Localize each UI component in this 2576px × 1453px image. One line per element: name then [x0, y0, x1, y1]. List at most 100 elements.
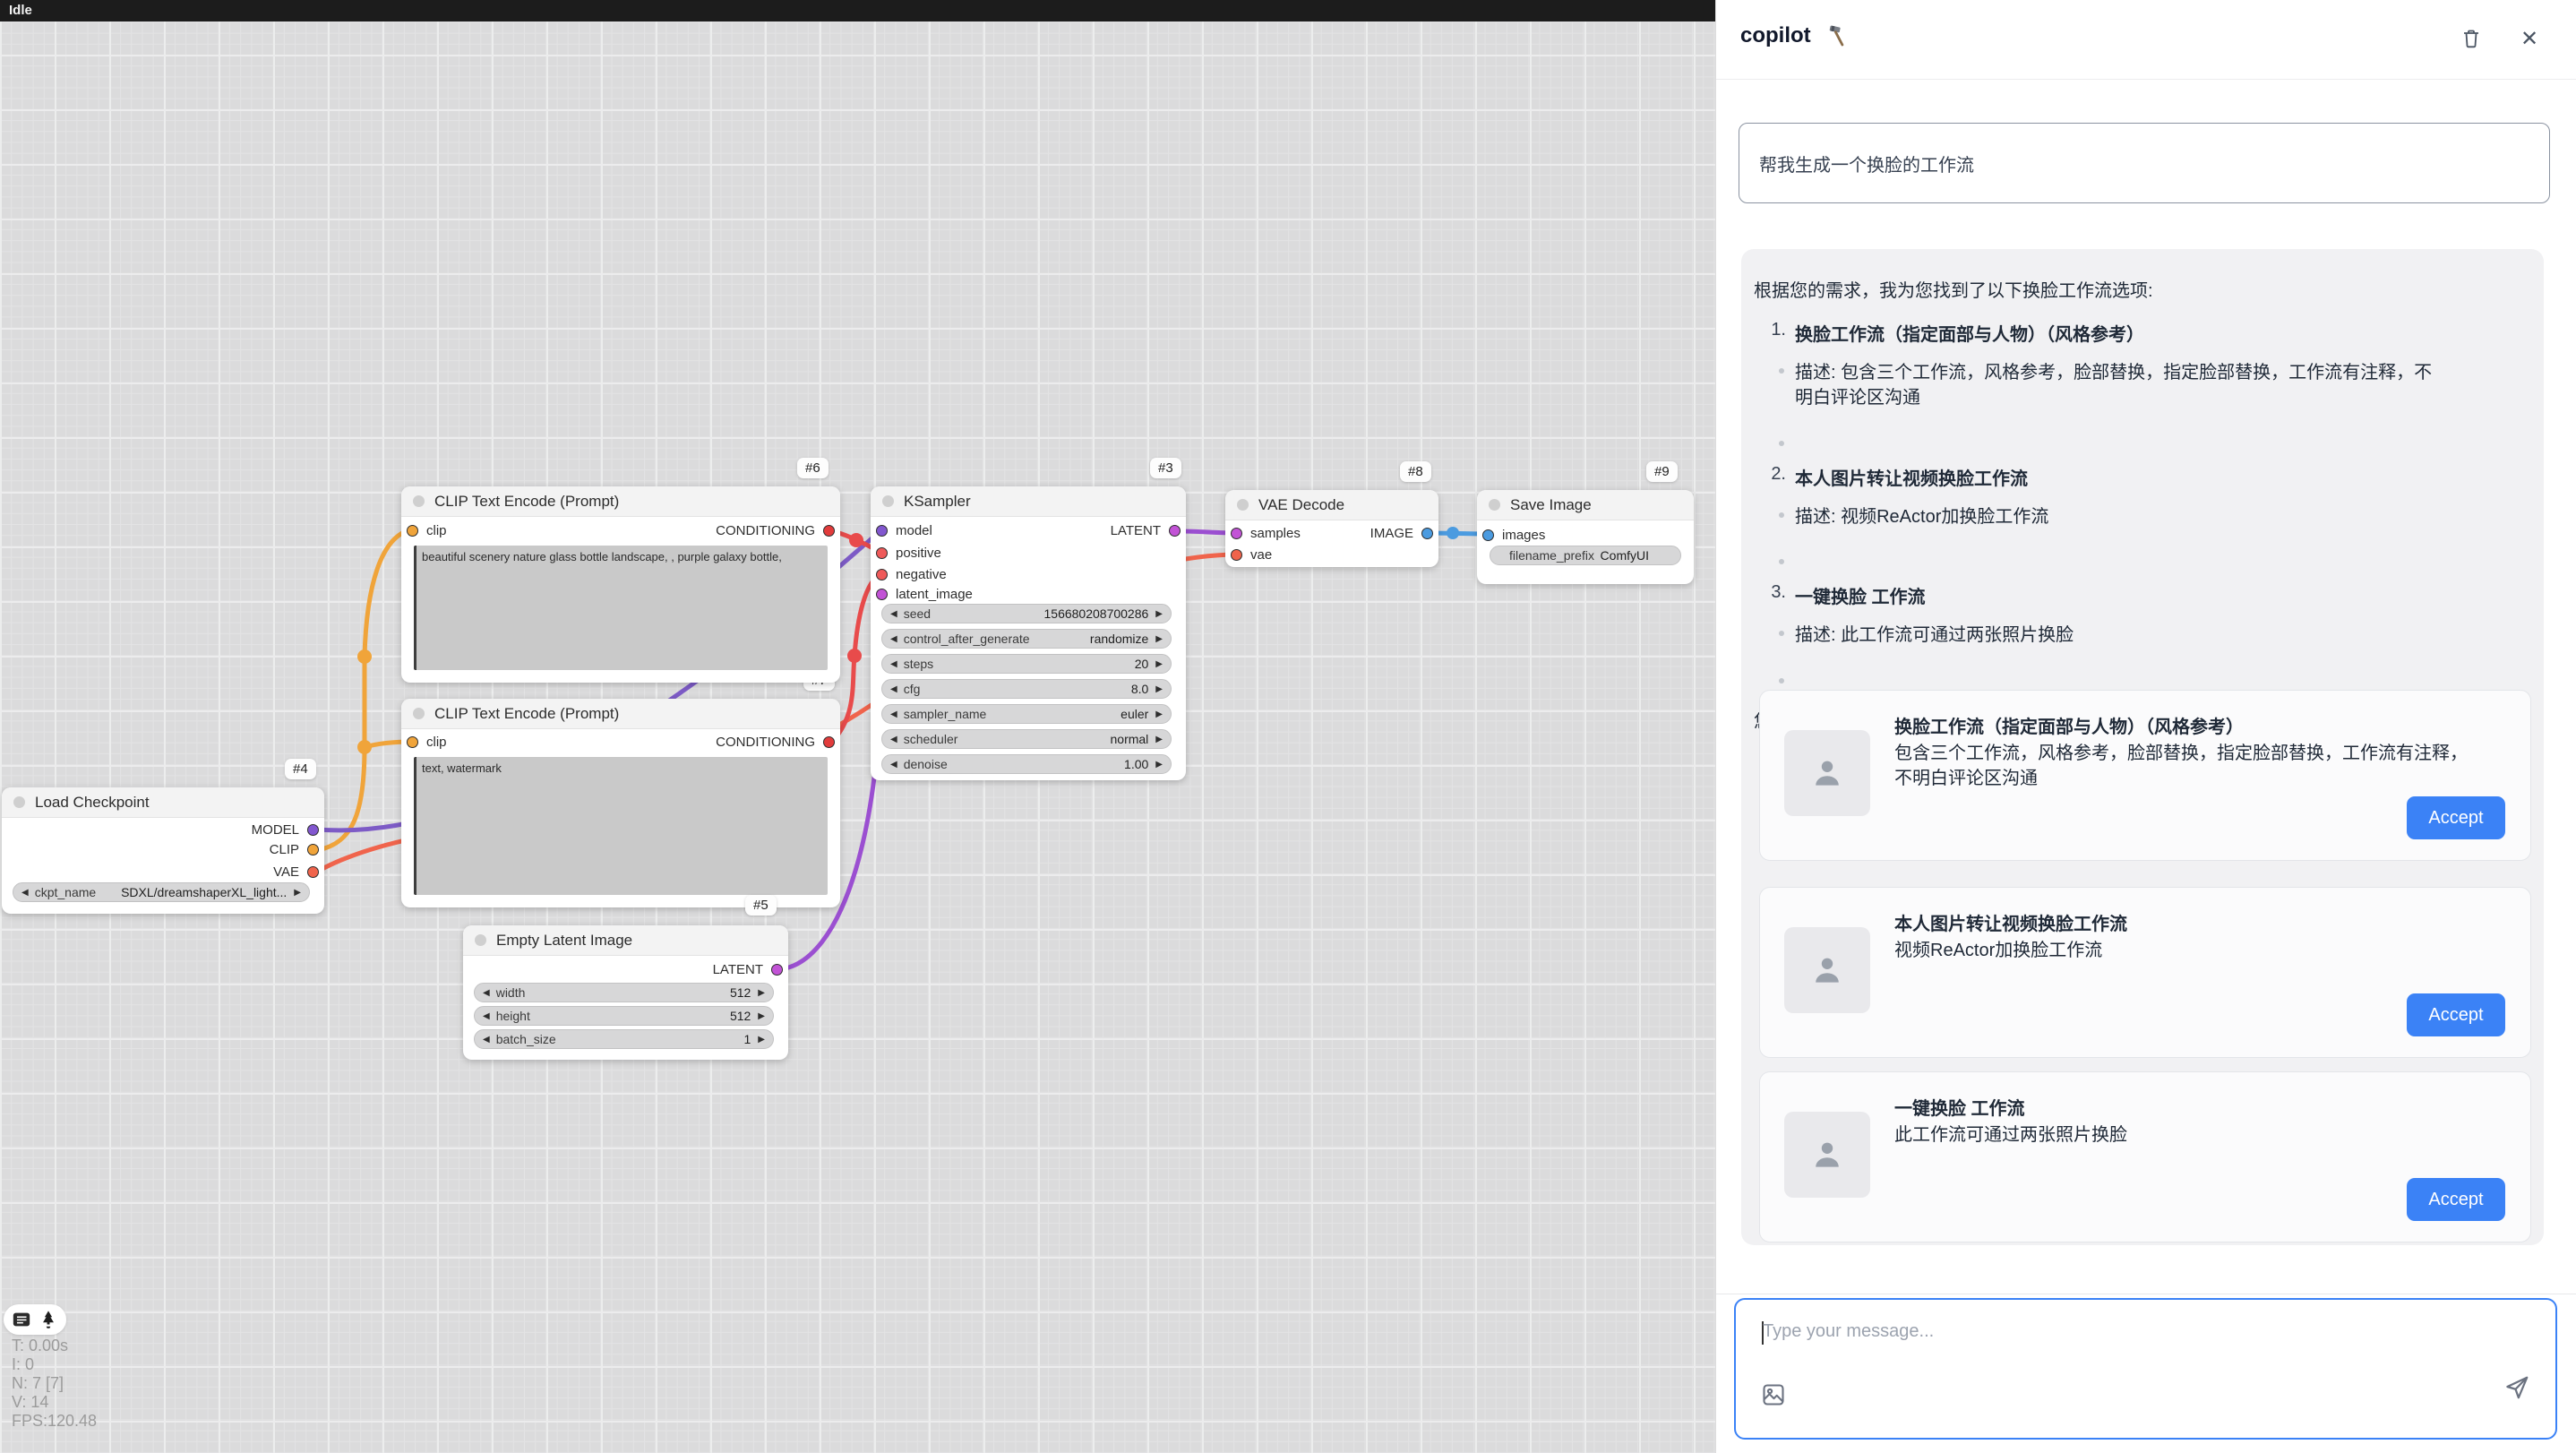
user-message-bubble: 帮我生成一个换脸的工作流 [1739, 123, 2550, 203]
arrow-right-icon[interactable]: ▶ [294, 888, 301, 898]
node-badge: #4 [285, 759, 316, 779]
widget-sampler-name[interactable]: ◀sampler_nameeuler▶ [881, 704, 1172, 724]
port-latent-out[interactable]: LATENT [1111, 521, 1181, 539]
widget-cfg[interactable]: ◀cfg8.0▶ [881, 679, 1172, 699]
hammer-icon [1826, 23, 1850, 47]
widget-seed[interactable]: ◀seed156680208700286▶ [881, 604, 1172, 623]
send-button[interactable] [2503, 1373, 2531, 1402]
node-badge: #5 [745, 895, 777, 916]
bullet-dot [1779, 368, 1784, 374]
port-clip-in[interactable]: clip [407, 521, 447, 539]
node-save-image[interactable]: Save Image images filename_prefix ComfyU… [1477, 490, 1694, 584]
node-badge: #8 [1400, 461, 1431, 482]
collapse-dot[interactable] [882, 495, 894, 507]
widget-scheduler[interactable]: ◀schedulernormal▶ [881, 729, 1172, 749]
collapse-dot[interactable] [413, 495, 425, 507]
status-label: Idle [9, 3, 32, 18]
bullet-spacer [1779, 551, 2522, 564]
port-clip-in[interactable]: clip [407, 733, 447, 751]
wire-layer [0, 0, 1715, 1453]
card-title: 一键换脸 工作流 [1894, 1094, 2025, 1120]
port-latent-image-in[interactable]: latent_image [876, 585, 973, 603]
port-negative-in[interactable]: negative [876, 565, 947, 583]
accept-button[interactable]: Accept [2407, 993, 2505, 1036]
bullet-dot [1779, 512, 1784, 518]
collapse-dot[interactable] [413, 708, 425, 719]
prompt-textarea[interactable]: text, watermark [414, 757, 828, 895]
workflow-card: 换脸工作流（指定面部与人物）（风格参考） 包含三个工作流，风格参考，脸部替换，指… [1759, 690, 2531, 861]
person-placeholder-icon [1806, 1133, 1849, 1176]
accept-button[interactable]: Accept [2407, 796, 2505, 839]
port-image-out[interactable]: IMAGE [1370, 524, 1433, 542]
widget-control-after-generate[interactable]: ◀control_after_generaterandomize▶ [881, 629, 1172, 649]
collapse-dot[interactable] [13, 796, 25, 808]
card-desc: 此工作流可通过两张照片换脸 [1894, 1122, 2468, 1148]
close-panel-button[interactable]: ✕ [2516, 25, 2543, 52]
option-desc: 描述: 视频ReActor加换脸工作流 [1779, 504, 2522, 529]
collapse-dot[interactable] [475, 934, 486, 946]
port-vae-out[interactable]: VAE [273, 863, 319, 881]
person-placeholder-icon [1806, 949, 1849, 992]
card-desc: 视频ReActor加换脸工作流 [1894, 938, 2468, 963]
card-title: 本人图片转让视频换脸工作流 [1894, 909, 2127, 935]
node-title: Save Image [1510, 496, 1592, 514]
copilot-panel: copilot ✕ 帮我生成一个换脸的工作流 根据您的需求，我为您找到了 [1715, 0, 2576, 1453]
collapse-dot[interactable] [1489, 499, 1500, 511]
node-vae-decode[interactable]: VAE Decode samples vae IMAGE [1225, 490, 1438, 567]
node-badge: #3 [1150, 458, 1181, 478]
bullet-dot [1779, 631, 1784, 636]
widget-height[interactable]: ◀height512▶ [474, 1006, 774, 1026]
port-positive-in[interactable]: positive [876, 544, 941, 562]
message-input[interactable] [1763, 1321, 2515, 1375]
port-samples-in[interactable]: samples [1231, 524, 1301, 542]
port-vae-in[interactable]: vae [1231, 546, 1272, 563]
send-icon [2503, 1374, 2530, 1401]
status-bar: Idle [0, 0, 1715, 21]
copilot-header: copilot ✕ [1716, 0, 2576, 80]
user-message-text: 帮我生成一个换脸的工作流 [1759, 150, 1974, 176]
workflow-thumbnail [1784, 927, 1870, 1013]
widget-batch-size[interactable]: ◀batch_size1▶ [474, 1029, 774, 1049]
tree-icon[interactable] [39, 1310, 58, 1329]
widget-width[interactable]: ◀width512▶ [474, 983, 774, 1002]
node-load-checkpoint[interactable]: Load Checkpoint MODEL CLIP VAE ◀ ckpt_na… [2, 787, 324, 914]
node-ksampler[interactable]: KSampler model positive negative latent_… [871, 486, 1186, 780]
node-badge: #6 [797, 458, 829, 478]
node-clip-text-encode-positive[interactable]: CLIP Text Encode (Prompt) clip CONDITION… [401, 486, 840, 683]
workflow-card: 本人图片转让视频换脸工作流 视频ReActor加换脸工作流 Accept [1759, 887, 2531, 1058]
arrow-left-icon[interactable]: ◀ [21, 888, 29, 898]
perf-stats: T: 0.00s I: 0 N: 7 [7] V: 14 FPS:120.48 [12, 1337, 97, 1431]
node-title: KSampler [904, 493, 971, 511]
widget-filename-prefix[interactable]: filename_prefix ComfyUI [1490, 546, 1681, 565]
port-latent-out[interactable]: LATENT [713, 960, 783, 978]
queue-list-icon[interactable] [12, 1310, 31, 1329]
delete-chat-button[interactable] [2458, 25, 2485, 52]
node-empty-latent-image[interactable]: Empty Latent Image LATENT ◀width512▶ ◀he… [463, 925, 788, 1060]
port-images-in[interactable]: images [1482, 526, 1545, 544]
widget-steps[interactable]: ◀steps20▶ [881, 654, 1172, 674]
widget-ckpt-name[interactable]: ◀ ckpt_name SDXL/dreamshaperXL_light... … [13, 882, 310, 902]
node-title: CLIP Text Encode (Prompt) [434, 493, 619, 511]
canvas-toolbar[interactable] [4, 1304, 66, 1335]
port-conditioning-out[interactable]: CONDITIONING [716, 733, 835, 751]
attach-image-button[interactable] [1759, 1380, 1788, 1409]
option-item: 2. 本人图片转让视频换脸工作流 [1754, 464, 2522, 490]
bullet-spacer [1779, 433, 2522, 446]
widget-denoise[interactable]: ◀denoise1.00▶ [881, 754, 1172, 774]
port-model-out[interactable]: MODEL [252, 821, 319, 838]
node-badge: #9 [1646, 461, 1678, 482]
copilot-title: copilot [1740, 23, 1811, 48]
node-clip-text-encode-negative[interactable]: CLIP Text Encode (Prompt) clip CONDITION… [401, 699, 840, 907]
workflow-canvas[interactable]: Idle #4 #6 # [0, 0, 1715, 1453]
prompt-textarea[interactable]: beautiful scenery nature glass bottle la… [414, 546, 828, 670]
port-clip-out[interactable]: CLIP [270, 840, 319, 858]
card-desc: 包含三个工作流，风格参考，脸部替换，指定脸部替换，工作流有注释，不明白评论区沟通 [1894, 741, 2468, 791]
option-desc: 描述: 包含三个工作流，风格参考，脸部替换，指定脸部替换，工作流有注释，不明白评… [1779, 360, 2522, 411]
port-conditioning-out[interactable]: CONDITIONING [716, 521, 835, 539]
accept-button[interactable]: Accept [2407, 1178, 2505, 1221]
port-model-in[interactable]: model [876, 521, 932, 539]
collapse-dot[interactable] [1237, 499, 1249, 511]
node-title: CLIP Text Encode (Prompt) [434, 705, 619, 723]
workflow-thumbnail [1784, 1112, 1870, 1198]
option-item: 1. 换脸工作流（指定面部与人物）（风格参考） [1754, 320, 2522, 346]
